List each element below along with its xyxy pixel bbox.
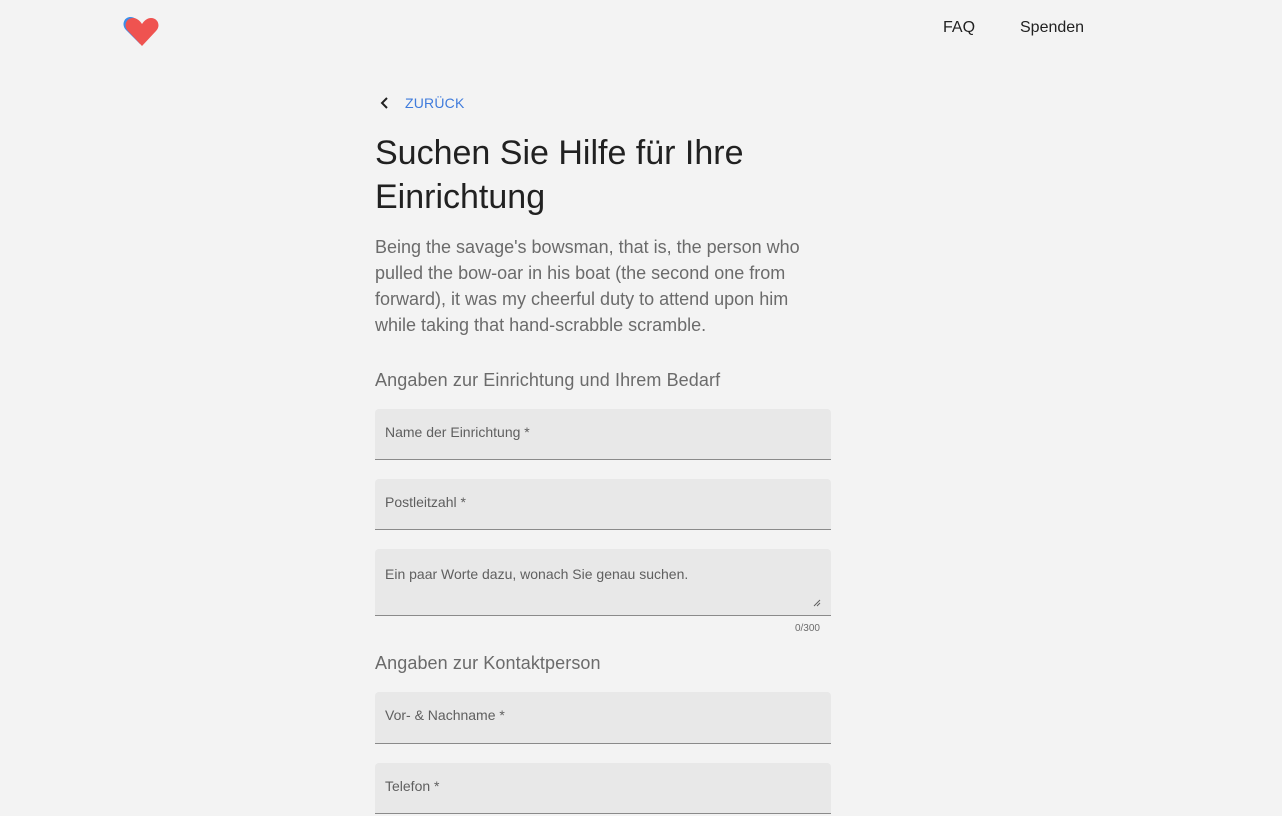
intro-text: Being the savage's bowsman, that is, the… bbox=[375, 237, 800, 335]
phone-field[interactable] bbox=[375, 763, 831, 814]
back-label: ZURÜCK bbox=[405, 95, 465, 111]
section-title-contact: Angaben zur Kontaktperson bbox=[375, 653, 601, 673]
character-counter: 0/300 bbox=[794, 623, 820, 634]
description-textarea[interactable] bbox=[385, 564, 821, 604]
section-title-facility: Angaben zur Einrichtung und Ihrem Bedarf bbox=[375, 370, 721, 390]
nav-spenden[interactable]: Spenden bbox=[1020, 18, 1084, 38]
site-header: FAQ Spenden bbox=[0, 0, 1282, 60]
postcode-input[interactable] bbox=[385, 494, 821, 510]
nav-faq[interactable]: FAQ bbox=[943, 18, 975, 38]
fullname-field[interactable] bbox=[375, 692, 831, 744]
resize-grip-icon[interactable] bbox=[813, 599, 821, 607]
facility-name-field[interactable] bbox=[375, 409, 831, 460]
back-link[interactable]: ZURÜCK bbox=[379, 93, 465, 113]
postcode-field[interactable] bbox=[375, 479, 831, 530]
heart-icon[interactable] bbox=[122, 14, 162, 50]
facility-name-input[interactable] bbox=[385, 424, 821, 440]
phone-input[interactable] bbox=[385, 778, 821, 794]
description-field[interactable] bbox=[375, 549, 831, 616]
fullname-input[interactable] bbox=[385, 707, 821, 723]
page-title: Suchen Sie Hilfe für Ihre Einrichtung bbox=[375, 134, 744, 216]
chevron-left-icon bbox=[380, 97, 388, 109]
